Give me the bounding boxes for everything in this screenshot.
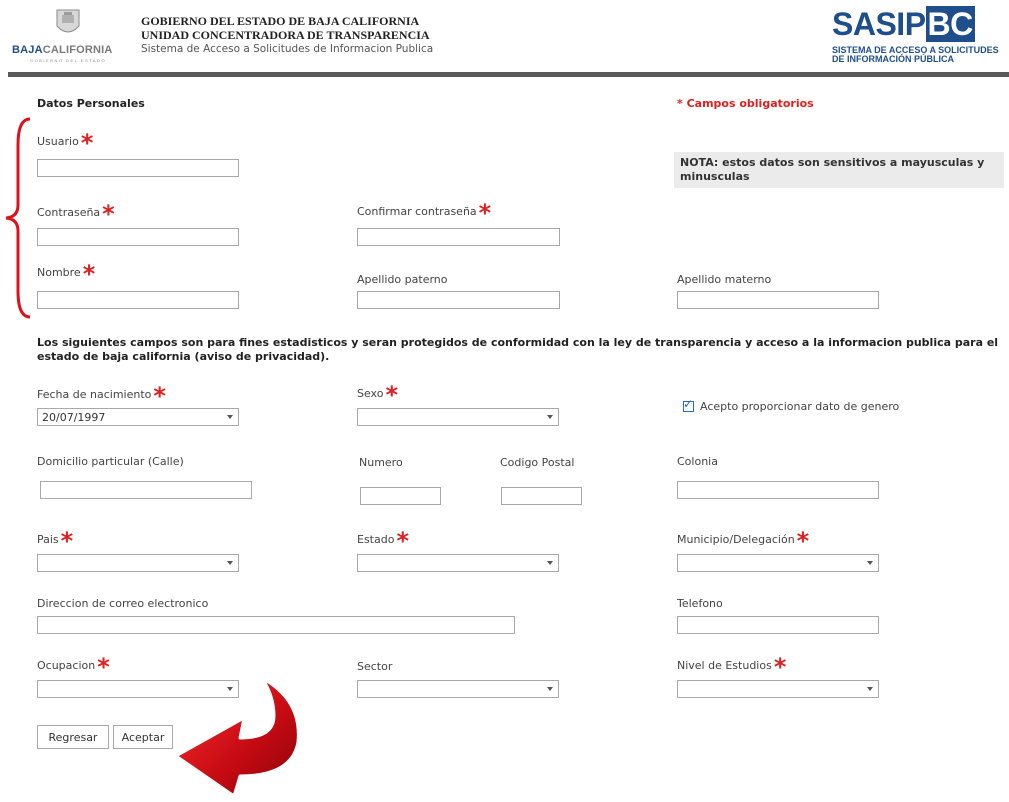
sector-label: Sector: [357, 660, 393, 673]
required-fields-note: * Campos obligatorios: [677, 97, 814, 110]
apellido-materno-label: Apellido materno: [677, 273, 772, 286]
fecha-nacimiento-label: Fecha de nacimiento*: [37, 382, 166, 410]
required-asterisk-icon: *: [396, 527, 410, 555]
chevron-down-icon: [227, 415, 233, 419]
stats-disclaimer: Los siguientes campos son para fines est…: [37, 336, 999, 363]
required-asterisk-icon: *: [60, 527, 74, 555]
sasipbc-subtitle: SISTEMA DE ACCESO A SOLICITUDES DE INFOR…: [832, 45, 999, 64]
chevron-down-icon: [867, 687, 873, 691]
contrasena-label: Contraseña*: [37, 200, 115, 228]
usuario-input[interactable]: [37, 159, 239, 177]
header-line-1: GOBIERNO DEL ESTADO DE BAJA CALIFORNIA: [141, 14, 420, 28]
required-asterisk-icon: *: [773, 653, 787, 681]
logo-name: BAJACALIFORNIA: [12, 44, 113, 56]
genero-checkbox[interactable]: ✓: [683, 397, 694, 412]
coat-of-arms-icon: [56, 9, 80, 33]
checkmark-icon: ✓: [683, 397, 694, 411]
nombre-label: Nombre*: [37, 260, 96, 288]
fecha-nacimiento-select[interactable]: 20/07/1997: [37, 408, 239, 426]
confirmar-contrasena-label: Confirmar contraseña*: [357, 199, 492, 227]
nota-box: NOTA: estos datos son sensitivos a mayus…: [674, 152, 1004, 188]
required-asterisk-icon: *: [385, 381, 399, 409]
pais-select[interactable]: [37, 554, 239, 572]
annotation-bracket: [5, 117, 31, 319]
sexo-label: Sexo*: [357, 381, 399, 409]
header-titles: GOBIERNO DEL ESTADO DE BAJA CALIFORNIA U…: [141, 14, 433, 56]
chevron-down-icon: [547, 561, 553, 565]
domicilio-input[interactable]: [40, 481, 252, 499]
estado-label: Estado*: [357, 527, 410, 555]
required-asterisk-icon: *: [97, 653, 110, 681]
chevron-down-icon: [547, 415, 553, 419]
chevron-down-icon: [547, 687, 553, 691]
municipio-select[interactable]: [677, 554, 879, 572]
sasipbc-wordmark: SASIPBC: [832, 6, 975, 42]
correo-input[interactable]: [37, 616, 515, 634]
sector-select[interactable]: [357, 680, 559, 698]
fecha-nacimiento-value: 20/07/1997: [42, 411, 106, 424]
apellido-paterno-input[interactable]: [357, 291, 560, 309]
section-title: Datos Personales: [37, 97, 145, 110]
apellido-paterno-label: Apellido paterno: [357, 273, 448, 286]
required-asterisk-icon: *: [80, 129, 94, 157]
municipio-label: Municipio/Delegación*: [677, 527, 810, 555]
contrasena-input[interactable]: [37, 228, 239, 246]
confirmar-contrasena-input[interactable]: [357, 228, 560, 246]
required-asterisk-icon: *: [796, 527, 810, 555]
numero-label: Numero: [359, 456, 403, 469]
ocupacion-label: Ocupacion*: [37, 653, 110, 681]
sexo-select[interactable]: [357, 408, 559, 426]
telefono-label: Telefono: [677, 597, 723, 610]
codigo-postal-label: Codigo Postal: [500, 456, 575, 469]
header-line-2: UNIDAD CONCENTRADORA DE TRANSPARENCIA: [141, 28, 430, 42]
baja-california-logo: BAJACALIFORNIA GOBIERNO DEL ESTADO: [12, 8, 124, 63]
header-line-3: Sistema de Acceso a Solicitudes de Infor…: [141, 43, 434, 55]
domicilio-label: Domicilio particular (Calle): [37, 455, 184, 468]
aceptar-button[interactable]: Aceptar: [113, 725, 173, 749]
regresar-button[interactable]: Regresar: [37, 725, 109, 749]
header-divider: [8, 72, 1009, 77]
genero-checkbox-label: Acepto proporcionar dato de genero: [700, 400, 900, 413]
correo-label: Direccion de correo electronico: [37, 597, 209, 610]
chevron-down-icon: [867, 561, 873, 565]
required-asterisk-icon: *: [82, 260, 96, 288]
required-asterisk-icon: *: [153, 382, 166, 410]
chevron-down-icon: [227, 561, 233, 565]
required-asterisk-icon: *: [478, 199, 492, 227]
sasipbc-logo: SASIPBC SISTEMA DE ACCESO A SOLICITUDES …: [812, 6, 1009, 68]
colonia-label: Colonia: [677, 455, 718, 468]
nivel-estudios-label: Nivel de Estudios*: [677, 653, 787, 681]
apellido-materno-input[interactable]: [677, 291, 879, 309]
colonia-input[interactable]: [677, 481, 879, 499]
required-asterisk-icon: *: [102, 200, 115, 228]
nombre-input[interactable]: [37, 291, 239, 309]
numero-input[interactable]: [360, 487, 441, 505]
telefono-input[interactable]: [677, 616, 879, 634]
pais-label: Pais*: [37, 527, 74, 555]
usuario-label: Usuario*: [37, 129, 94, 157]
logo-subtitle: GOBIERNO DEL ESTADO: [30, 58, 107, 63]
annotation-arrow-icon: [174, 676, 300, 798]
nivel-estudios-select[interactable]: [677, 680, 879, 698]
estado-select[interactable]: [357, 554, 559, 572]
codigo-postal-input[interactable]: [501, 487, 582, 505]
